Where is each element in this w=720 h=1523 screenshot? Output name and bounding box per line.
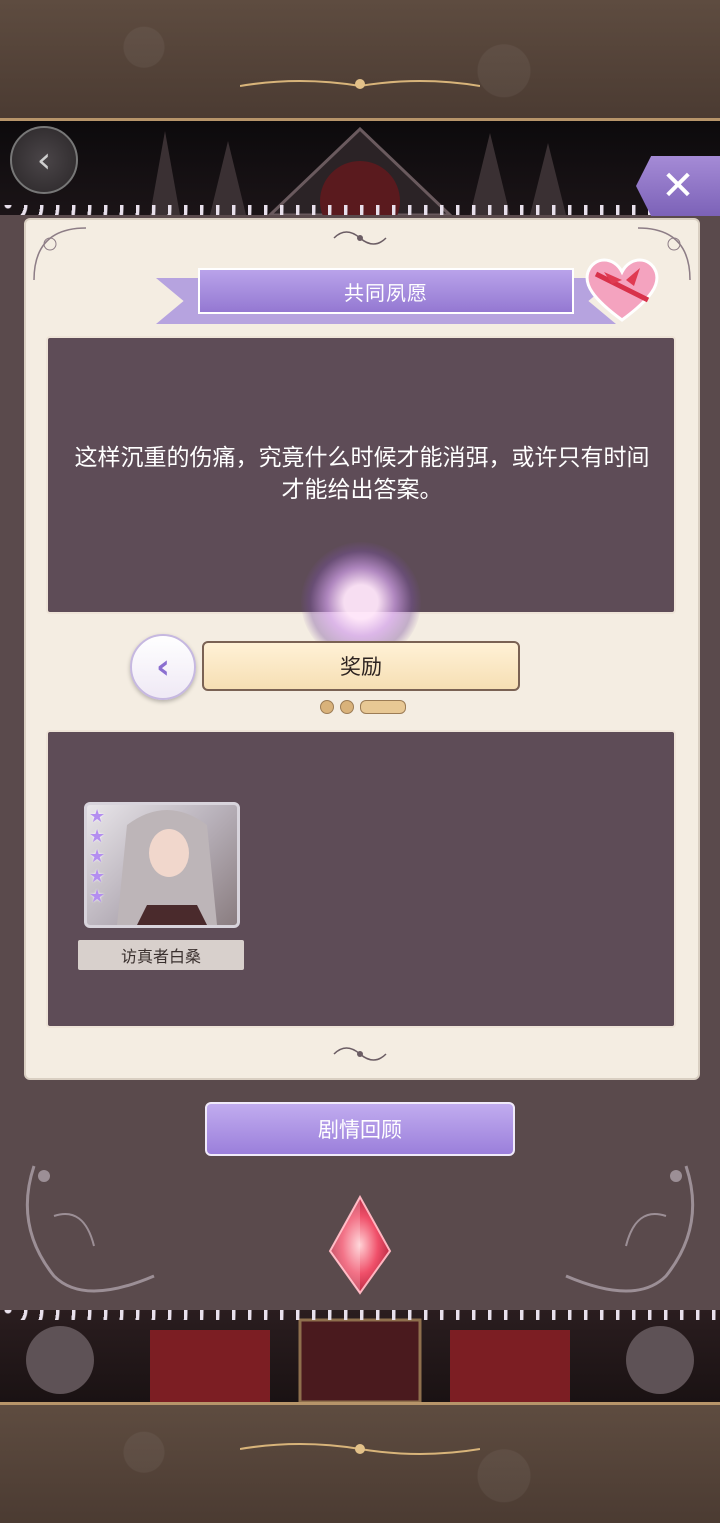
right-flourish-ornament (565, 1165, 695, 1293)
castle-scene-bottom (0, 1310, 720, 1402)
back-button[interactable]: ‹ (10, 126, 78, 194)
title-ribbon: 共同夙愿 (156, 268, 616, 324)
star-icon: ★ (89, 886, 106, 907)
top-frame (0, 0, 720, 121)
reward-prev-button[interactable]: ‹ (130, 634, 196, 700)
reward-card-name: 访真者白桑 (78, 940, 244, 970)
bottom-frame (0, 1402, 720, 1523)
red-crystal-icon (328, 1195, 392, 1295)
star-icon: ★ (89, 826, 106, 847)
star-icon: ★ (89, 806, 106, 827)
close-x-icon: ✕ (661, 163, 695, 209)
lace-trim (0, 1310, 720, 1320)
story-review-button[interactable]: 剧情回顾 (205, 1102, 515, 1156)
star-icon: ★ (89, 866, 106, 887)
chevron-left-icon: ‹ (155, 647, 170, 687)
reward-list-box: ★ ★ ★ ★ ★ 访真者白桑 (46, 730, 676, 1028)
character-portrait (117, 810, 217, 925)
page-dot (320, 700, 334, 714)
bottom-flourish-ornament (240, 1443, 480, 1455)
page-title: 共同夙愿 (198, 268, 574, 314)
top-flourish-ornament (240, 79, 480, 89)
reward-card[interactable]: ★ ★ ★ ★ ★ (84, 802, 240, 928)
castle-scene-top (0, 121, 720, 215)
page-dot-active (360, 700, 406, 714)
chevron-left-icon: ‹ (36, 139, 52, 181)
left-flourish-ornament (25, 1165, 155, 1293)
close-button[interactable]: ✕ (636, 156, 720, 216)
page-indicator (320, 700, 406, 714)
panel-top-ornament (333, 231, 387, 245)
wish-dialog-panel: 共同夙愿 这样沉重的伤痛，究竟什么时候才能消弭，或许只有时间才能给出答案。 ‹ … (24, 218, 700, 1080)
star-rating: ★ ★ ★ ★ ★ (89, 807, 105, 907)
star-icon: ★ (89, 846, 106, 867)
page-dot (340, 700, 354, 714)
castle-stairs (26, 1318, 694, 1402)
castle-spires (150, 126, 566, 215)
story-text: 这样沉重的伤痛，究竟什么时候才能消弭，或许只有时间才能给出答案。 (74, 445, 650, 503)
panel-bottom-ornament (333, 1047, 387, 1061)
reward-tab-label: 奖励 (202, 641, 520, 691)
heart-gift-icon (585, 258, 659, 322)
corner-ornament (33, 227, 87, 281)
lace-trim (0, 205, 720, 215)
